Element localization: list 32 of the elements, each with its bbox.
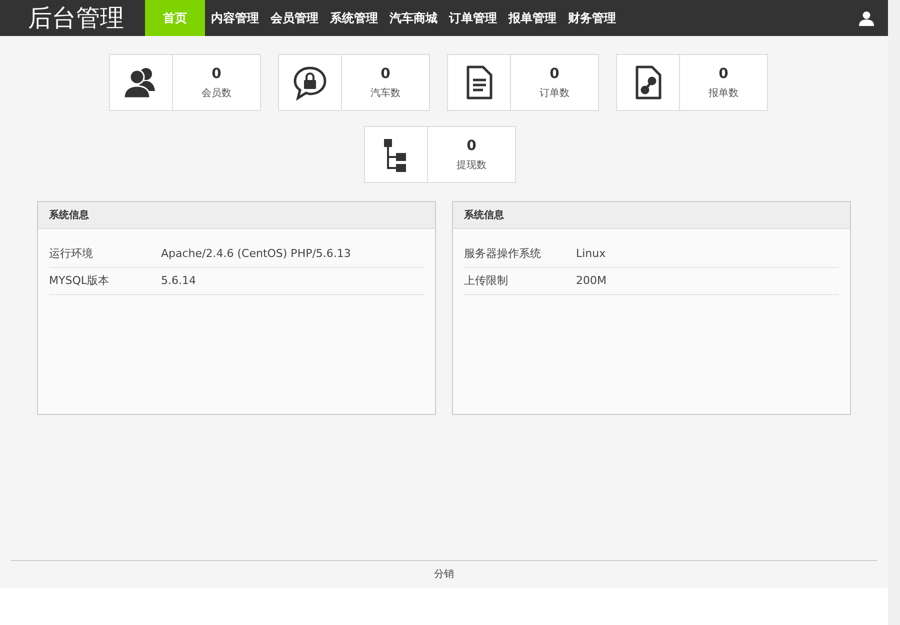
info-value: 200M: [576, 272, 606, 289]
info-value: 5.6.14: [161, 272, 196, 289]
info-value: Apache/2.4.6 (CentOS) PHP/5.6.13: [161, 246, 351, 262]
info-label: MYSQL版本: [49, 272, 110, 289]
info-label: 上传限制: [464, 272, 509, 289]
footer-text: 分销: [434, 568, 454, 582]
user-icon[interactable]: [859, 10, 874, 26]
stat-value: 0: [212, 66, 222, 80]
panel-title: 系统信息: [464, 208, 504, 222]
stat-value: 0: [466, 138, 476, 152]
info-label: 服务器操作系统: [464, 246, 542, 262]
nav-tab[interactable]: 内容管理: [205, 0, 264, 36]
stat-value: 0: [550, 66, 560, 80]
nav-tab[interactable]: 订单管理: [443, 0, 502, 36]
nav-tab[interactable]: 汽车商城: [384, 0, 443, 36]
stat-value: 0: [380, 66, 390, 80]
speech-bubble-lock-icon: [292, 64, 328, 100]
stat-label: 汽车数: [370, 88, 400, 98]
nav-tab[interactable]: 财务管理: [562, 0, 622, 36]
stat-label: 会员数: [202, 88, 232, 98]
nav-tab[interactable]: 报单管理: [502, 0, 562, 36]
nav-tab[interactable]: 会员管理: [264, 0, 324, 36]
stat-value: 0: [718, 66, 728, 80]
info-value: Linux: [576, 246, 606, 262]
stat-label: 订单数: [540, 88, 570, 98]
info-label: 运行环境: [49, 246, 94, 262]
nav-tab[interactable]: 系统管理: [324, 0, 384, 36]
stat-label: 报单数: [708, 88, 738, 98]
site-title: 后台管理: [27, 6, 125, 30]
scrollbar-track[interactable]: [888, 0, 900, 625]
stat-label: 提现数: [456, 160, 486, 170]
panel-title: 系统信息: [49, 208, 89, 222]
